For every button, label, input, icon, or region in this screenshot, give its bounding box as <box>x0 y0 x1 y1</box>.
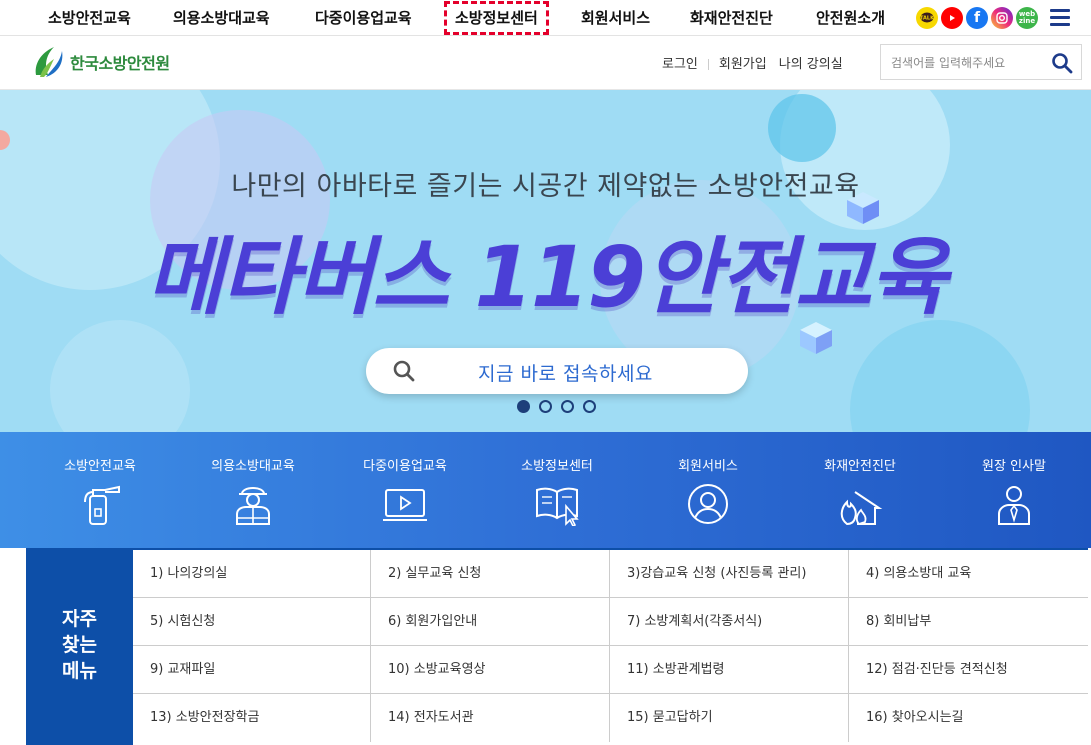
quick-item-info-center[interactable]: 소방정보센터 <box>505 432 609 548</box>
decor-bubble <box>768 94 836 162</box>
slide-dot-1[interactable] <box>517 400 530 413</box>
favorite-link[interactable]: 11) 소방관계법령 <box>610 646 849 694</box>
svg-text:TALK: TALK <box>920 16 934 22</box>
favorite-link[interactable]: 10) 소방교육영상 <box>371 646 610 694</box>
favorite-link[interactable]: 12) 점검·진단등 견적신청 <box>849 646 1088 694</box>
search-icon[interactable] <box>1051 52 1073 74</box>
favorite-link[interactable]: 8) 회비납부 <box>849 598 1088 646</box>
video-monitor-icon <box>383 489 427 521</box>
facebook-icon[interactable]: f <box>966 7 988 29</box>
firefighter-icon <box>236 487 270 525</box>
quick-item-label: 소방정보센터 <box>521 459 593 474</box>
divider <box>707 59 709 70</box>
favorite-link[interactable]: 5) 시험신청 <box>133 598 371 646</box>
header-links: 로그인 회원가입 나의 강의실 <box>662 53 843 72</box>
hero-banner[interactable]: 나만의 아바타로 즐기는 시공간 제약없는 소방안전교육 메타버스 119안전교… <box>0 90 1091 432</box>
quick-item-fire-safety-edu[interactable]: 소방안전교육 <box>48 432 152 548</box>
logo-mark-icon <box>32 45 64 79</box>
favorite-link[interactable]: 16) 찾아오시는길 <box>849 694 1088 742</box>
topnav-item-fire-diagnosis[interactable]: 화재안전진단 <box>690 0 773 36</box>
login-link[interactable]: 로그인 <box>662 57 698 72</box>
quick-menu-bar: 소방안전교육 의용소방대교육 다중이용업교육 소방정보센터 회원서비스 화재안전… <box>0 432 1091 548</box>
topnav-item-volunteer-edu[interactable]: 의용소방대교육 <box>173 0 270 36</box>
topnav-item-member-service[interactable]: 회원서비스 <box>581 0 650 36</box>
webzine-icon[interactable]: web zine <box>1016 7 1038 29</box>
search-box <box>880 44 1082 80</box>
user-circle-icon <box>688 484 728 524</box>
favorites-title: 자주 찾는 메뉴 <box>26 548 133 745</box>
favorite-link[interactable]: 13) 소방안전장학금 <box>133 694 371 742</box>
quick-item-label: 소방안전교육 <box>64 459 136 474</box>
topnav-item-info-center[interactable]: 소방정보센터 <box>443 0 550 36</box>
favorites-grid: 1) 나의강의실 2) 실무교육 신청 3)강습교육 신청 (사진등록 관리) … <box>133 548 1088 745</box>
favorite-link[interactable]: 7) 소방계획서(각종서식) <box>610 598 849 646</box>
instagram-icon[interactable] <box>991 7 1013 29</box>
logo-text: 한국소방안전원 <box>70 54 170 73</box>
favorite-link[interactable]: 1) 나의강의실 <box>133 550 371 598</box>
house-fire-icon <box>840 491 883 526</box>
quick-item-label: 회원서비스 <box>678 459 738 474</box>
quick-item-volunteer-edu[interactable]: 의용소방대교육 <box>198 432 308 548</box>
slide-dot-4[interactable] <box>583 400 596 413</box>
quick-item-label: 화재안전진단 <box>824 459 896 474</box>
slide-dot-3[interactable] <box>561 400 574 413</box>
kakaotalk-icon[interactable]: TALK <box>916 7 938 29</box>
quick-item-label: 의용소방대교육 <box>211 459 295 474</box>
banner-cta-button[interactable]: 지금 바로 접속하세요 <box>366 348 748 394</box>
favorite-link[interactable]: 9) 교재파일 <box>133 646 371 694</box>
fire-extinguisher-icon <box>84 485 120 525</box>
signup-link[interactable]: 회원가입 <box>719 57 767 72</box>
banner-subtitle: 나만의 아바타로 즐기는 시공간 제약없는 소방안전교육 <box>231 171 860 202</box>
decor-bubble <box>850 320 1030 432</box>
favorite-link[interactable]: 6) 회원가입안내 <box>371 598 610 646</box>
banner-title: 메타버스 119안전교육 <box>146 228 947 326</box>
favorite-link[interactable]: 4) 의용소방대 교육 <box>849 550 1088 598</box>
favorite-link[interactable]: 15) 묻고답하기 <box>610 694 849 742</box>
topnav-item-fire-safety-edu[interactable]: 소방안전교육 <box>48 0 131 36</box>
hamburger-menu-icon[interactable] <box>1050 9 1070 27</box>
quick-item-fire-diagnosis[interactable]: 화재안전진단 <box>805 432 915 548</box>
banner-cta-label: 지금 바로 접속하세요 <box>478 363 653 385</box>
favorite-link[interactable]: 2) 실무교육 신청 <box>371 550 610 598</box>
director-person-icon <box>998 486 1030 525</box>
quick-item-director-greeting[interactable]: 원장 인사말 <box>962 432 1066 548</box>
quick-item-label: 다중이용업교육 <box>363 459 447 474</box>
decor-bubble <box>50 320 190 432</box>
youtube-icon[interactable] <box>941 7 963 29</box>
topnav-item-multiuse-edu[interactable]: 다중이용업교육 <box>315 0 412 36</box>
quick-item-member-service[interactable]: 회원서비스 <box>656 432 760 548</box>
favorites-title-line: 찾는 <box>62 634 97 656</box>
favorite-link[interactable]: 3)강습교육 신청 (사진등록 관리) <box>610 550 849 598</box>
slide-dot-2[interactable] <box>539 400 552 413</box>
quick-item-label: 원장 인사말 <box>982 459 1046 474</box>
search-icon <box>393 360 415 382</box>
top-navigation: 소방안전교육 의용소방대교육 다중이용업교육 소방정보센터 회원서비스 화재안전… <box>0 0 1091 36</box>
open-book-cursor-icon <box>536 487 579 526</box>
site-logo[interactable]: 한국소방안전원 <box>32 45 170 79</box>
my-classroom-link[interactable]: 나의 강의실 <box>779 57 843 72</box>
quick-item-multiuse-edu[interactable]: 다중이용업교육 <box>350 432 460 548</box>
site-header: 한국소방안전원 로그인 회원가입 나의 강의실 <box>0 36 1091 90</box>
topnav-item-about[interactable]: 안전원소개 <box>816 0 885 36</box>
slide-pagination <box>517 400 596 413</box>
favorite-link[interactable]: 14) 전자도서관 <box>371 694 610 742</box>
divider <box>771 59 775 70</box>
favorites-title-line: 자주 <box>62 608 97 630</box>
search-input[interactable] <box>891 53 1041 73</box>
favorites-title-line: 메뉴 <box>62 660 97 682</box>
